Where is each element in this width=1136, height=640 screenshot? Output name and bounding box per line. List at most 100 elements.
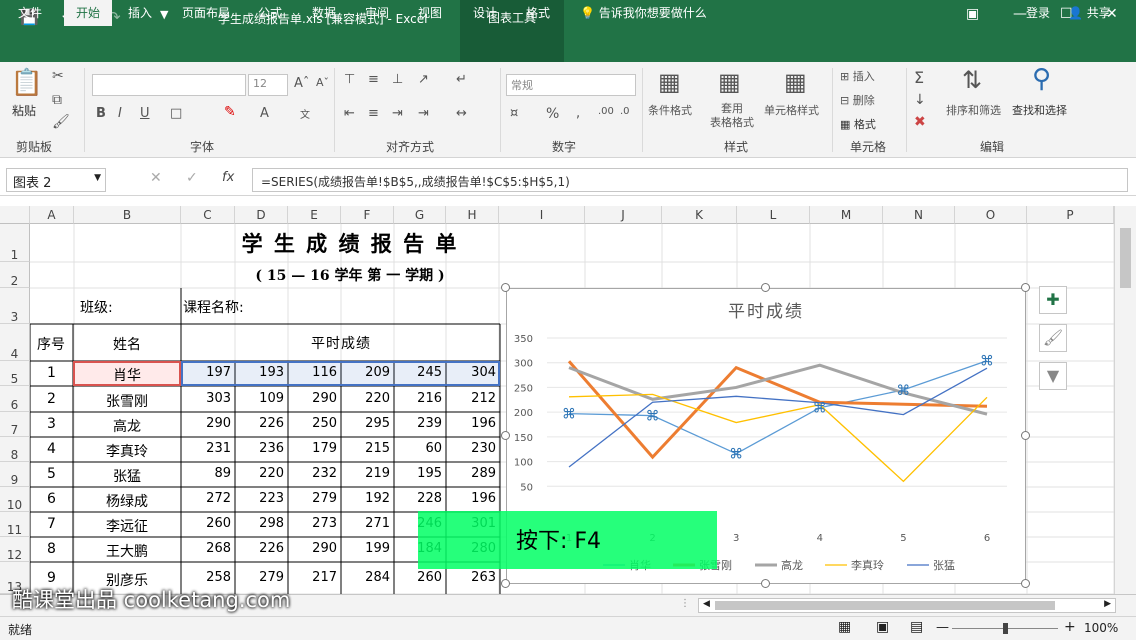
chart-point-marker[interactable]: ⌘ (813, 401, 827, 417)
cell-score[interactable]: 220 (341, 391, 392, 406)
align-left-icon[interactable]: ⇤ (344, 106, 355, 121)
cell-score[interactable]: 196 (446, 416, 498, 431)
cell-score[interactable]: 236 (235, 441, 286, 456)
font-size-box[interactable]: 12 (248, 74, 288, 96)
column-header-j[interactable]: J (585, 206, 662, 224)
column-header-l[interactable]: L (737, 206, 810, 224)
page-break-view-icon[interactable]: ▤ (910, 619, 923, 635)
cell-score[interactable]: 268 (181, 541, 233, 556)
chart-resize-handle-l[interactable] (501, 431, 510, 440)
column-header-n[interactable]: N (883, 206, 955, 224)
cell-score[interactable]: 220 (235, 466, 286, 481)
column-header-o[interactable]: O (955, 206, 1027, 224)
column-header-i[interactable]: I (499, 206, 585, 224)
cell-score[interactable]: 289 (446, 466, 498, 481)
row-header-8[interactable]: 8 (0, 437, 30, 462)
cell-seq[interactable]: 8 (30, 541, 73, 557)
chart-series-line-1[interactable] (568, 360, 988, 455)
sort-filter-label[interactable]: 排序和筛选 (946, 102, 1001, 118)
cell-score[interactable]: 217 (288, 570, 339, 585)
cell-score[interactable]: 192 (341, 491, 392, 506)
cell-score[interactable]: 279 (235, 570, 286, 585)
cell-score[interactable]: 271 (341, 516, 392, 531)
wrap-text-icon[interactable]: ↵ (456, 72, 467, 87)
cell-seq[interactable]: 5 (30, 466, 73, 482)
format-cells-button[interactable]: ▦ 格式 (840, 116, 876, 132)
tab-review[interactable]: 审阅 (365, 4, 389, 21)
chart-styles-icon[interactable]: 🖌 (1039, 324, 1067, 352)
italic-icon[interactable]: I (118, 106, 122, 121)
row-header-6[interactable]: 6 (0, 386, 30, 412)
tab-insert[interactable]: 插入 (128, 4, 152, 21)
cell-name[interactable]: 王大鹏 (74, 541, 180, 561)
comma-icon[interactable]: , (576, 106, 580, 121)
formula-input[interactable]: =SERIES(成绩报告单!$B$5,,成绩报告单!$C$5:$H$5,1) (252, 168, 1128, 192)
row-header-5[interactable]: 5 (0, 361, 30, 386)
column-header-p[interactable]: P (1027, 206, 1114, 224)
font-color-icon[interactable]: A (260, 106, 269, 121)
scroll-left-icon[interactable]: ◀ (703, 599, 710, 609)
cell-score[interactable]: 195 (394, 466, 444, 481)
cell-score[interactable]: 250 (288, 416, 339, 431)
name-box-dropdown-icon[interactable]: ▼ (94, 173, 101, 183)
horizontal-scroll-thumb[interactable] (715, 601, 1055, 610)
chart-point-marker[interactable]: ⌘ (562, 407, 576, 423)
normal-view-icon[interactable]: ▦ (838, 619, 851, 635)
cell-score[interactable]: 298 (235, 516, 286, 531)
cancel-icon[interactable]: ✕ (150, 170, 162, 186)
autosum-icon[interactable]: Σ (914, 68, 924, 87)
zoom-out-icon[interactable]: — (936, 620, 949, 635)
conditional-format-icon[interactable]: ▦ (658, 68, 681, 96)
cell-score[interactable]: 199 (341, 541, 392, 556)
tab-format[interactable]: 格式 (526, 4, 550, 21)
hscroll-split-icon[interactable]: ⋮ (680, 598, 690, 609)
zoom-level[interactable]: 100% (1084, 621, 1118, 635)
tab-formulas[interactable]: 公式 (258, 4, 282, 21)
tab-data[interactable]: 数据 (312, 4, 336, 21)
cell-score[interactable]: 295 (341, 416, 392, 431)
cell-score[interactable]: 284 (341, 570, 392, 585)
cell-seq[interactable]: 7 (30, 516, 73, 532)
cell-name[interactable]: 杨绿成 (74, 491, 180, 511)
column-header-h[interactable]: H (446, 206, 499, 224)
tell-me-box[interactable]: 💡 告诉我你想要做什么 (580, 4, 707, 21)
cell-score[interactable]: 273 (288, 516, 339, 531)
cell-score[interactable]: 258 (181, 570, 233, 585)
chart-point-marker[interactable]: ⌘ (896, 383, 910, 399)
find-select-icon[interactable]: ⚲ (1032, 64, 1051, 94)
insert-function-icon[interactable]: fx (222, 170, 234, 185)
cell-name[interactable]: 李远征 (74, 516, 180, 536)
borders-icon[interactable]: □ (170, 106, 182, 121)
fill-icon[interactable]: ↓ (914, 92, 926, 108)
cut-icon[interactable]: ✂ (52, 68, 64, 84)
phonetic-icon[interactable]: 文 (300, 106, 310, 121)
cell-score[interactable]: 226 (235, 416, 286, 431)
column-header-b[interactable]: B (74, 206, 181, 224)
row-header-7[interactable]: 7 (0, 412, 30, 437)
column-header-d[interactable]: D (235, 206, 288, 224)
cell-score[interactable]: 239 (394, 416, 444, 431)
cell-score[interactable]: 209 (341, 365, 392, 380)
minimize-icon[interactable]: — (1013, 6, 1027, 22)
cell-seq[interactable]: 4 (30, 441, 73, 457)
chart-filters-icon[interactable]: ▼ (1039, 362, 1067, 390)
cell-score[interactable]: 260 (181, 516, 233, 531)
percent-icon[interactable]: % (546, 106, 559, 122)
align-middle-icon[interactable]: ≡ (368, 72, 379, 87)
cell-score[interactable]: 215 (341, 441, 392, 456)
row-header-10[interactable]: 10 (0, 487, 30, 512)
cell-name[interactable]: 李真玲 (74, 441, 180, 461)
cell-score[interactable]: 231 (181, 441, 233, 456)
customize-qat-icon[interactable]: ▼ (160, 8, 168, 21)
copy-icon[interactable]: ⧉ (52, 92, 62, 108)
merge-center-icon[interactable]: ↔ (456, 106, 467, 121)
sort-filter-icon[interactable]: ⇅ (962, 66, 982, 94)
cell-score[interactable]: 245 (394, 365, 444, 380)
cell-score[interactable]: 89 (181, 466, 233, 481)
zoom-slider-thumb[interactable] (1003, 623, 1008, 634)
bold-icon[interactable]: B (96, 106, 106, 121)
cell-score[interactable]: 272 (181, 491, 233, 506)
delete-cells-button[interactable]: ⊟ 删除 (840, 92, 875, 108)
vertical-scroll-thumb[interactable] (1120, 228, 1131, 288)
column-header-a[interactable]: A (30, 206, 74, 224)
